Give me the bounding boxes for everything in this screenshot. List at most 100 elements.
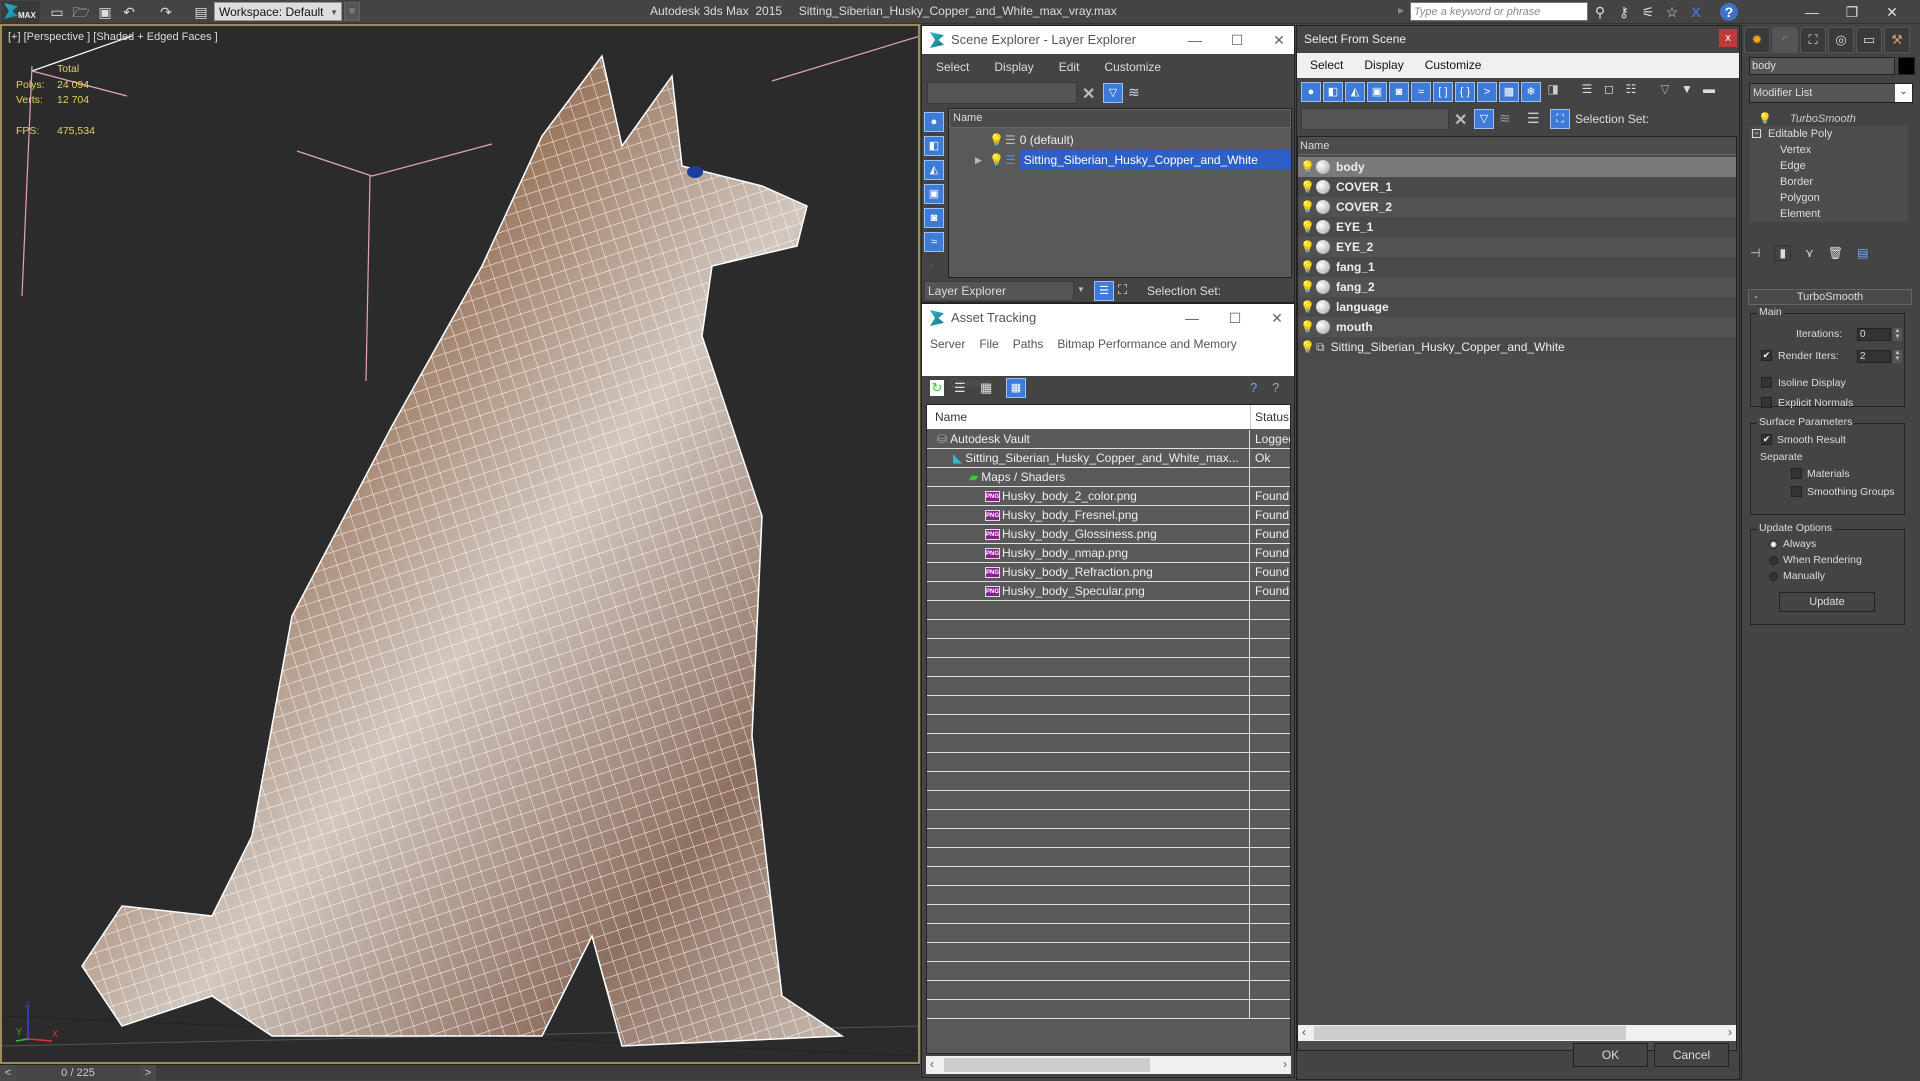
object-row[interactable]: 💡 COVER_2: [1298, 197, 1736, 217]
pin-stack-icon[interactable]: ⊣: [1750, 246, 1760, 260]
object-row[interactable]: 💡 fang_2: [1298, 277, 1736, 297]
minimize-button[interactable]: —: [1177, 304, 1207, 332]
scroll-right-icon[interactable]: ›: [1283, 1057, 1287, 1071]
app-menu-button[interactable]: MAX: [2, 1, 40, 23]
redo-icon[interactable]: ↷: [157, 3, 175, 21]
close-button[interactable]: ✕: [1872, 0, 1912, 24]
table-view-icon[interactable]: ▦: [1006, 378, 1026, 398]
scrollbar-thumb[interactable]: [1314, 1026, 1626, 1040]
find-input[interactable]: [927, 82, 1077, 104]
lights-filter-icon[interactable]: ◭: [1345, 82, 1365, 102]
display-tab[interactable]: ▭: [1856, 27, 1882, 53]
maximize-button[interactable]: ☐: [1220, 304, 1250, 332]
horizontal-scrollbar[interactable]: ‹ ›: [1298, 1025, 1736, 1041]
isoline-display-checkbox[interactable]: [1761, 377, 1772, 388]
time-slider[interactable]: < 0 / 225 >: [0, 1064, 920, 1081]
asset-row[interactable]: ◣ Sitting_Siberian_Husky_Copper_and_White…: [927, 449, 1290, 468]
close-button[interactable]: ✕: [1264, 26, 1294, 54]
update-when-rendering-radio[interactable]: [1769, 556, 1778, 565]
menu-customize[interactable]: Customize: [1412, 53, 1490, 78]
modify-tab[interactable]: ◜: [1772, 27, 1798, 53]
frozen-filter-icon[interactable]: ❄: [1521, 82, 1541, 102]
light-bulb-icon[interactable]: 💡: [1300, 280, 1315, 294]
subobject-border[interactable]: Border: [1750, 174, 1908, 190]
scrollbar-thumb[interactable]: [944, 1058, 1150, 1072]
menu-bitmap-performance[interactable]: Bitmap Performance and Memory: [1057, 334, 1236, 354]
containers-filter-icon[interactable]: ▩: [1499, 82, 1519, 102]
object-row[interactable]: 💡 mouth: [1298, 317, 1736, 337]
list-view-icon[interactable]: ☰: [954, 380, 966, 396]
light-bulb-icon[interactable]: 💡: [1300, 180, 1315, 194]
utilities-tab[interactable]: ⚒: [1884, 27, 1910, 53]
close-button[interactable]: x: [1719, 29, 1737, 47]
quick-access-menu-button[interactable]: ≡: [344, 2, 360, 21]
helpers-filter-icon[interactable]: ◙: [924, 208, 944, 228]
geometry-filter-icon[interactable]: ●: [924, 112, 944, 132]
explicit-normals-checkbox[interactable]: [1761, 397, 1772, 408]
expand-arrow-icon[interactable]: ▶: [975, 155, 989, 166]
object-name-input[interactable]: body: [1749, 57, 1895, 75]
spinner-arrows-icon[interactable]: ▲ ▼: [1893, 350, 1902, 363]
stack-item-turbosmooth[interactable]: 💡 TurboSmooth: [1750, 111, 1908, 127]
hierarchy-tab[interactable]: ⛶: [1800, 27, 1826, 53]
menu-select[interactable]: Select: [922, 56, 980, 78]
refresh-icon[interactable]: ↻: [930, 380, 944, 396]
create-tab[interactable]: ✹: [1744, 27, 1770, 53]
asset-row[interactable]: ⛁Autodesk Vault Logged: [927, 430, 1290, 449]
display-none-icon[interactable]: ◻: [1599, 82, 1619, 102]
shapes-filter-icon[interactable]: ◧: [1323, 82, 1343, 102]
update-always-radio[interactable]: [1769, 540, 1778, 549]
column-header-name[interactable]: Name: [949, 109, 1291, 128]
column-header-name[interactable]: Name: [1298, 137, 1736, 155]
render-iters-spinner[interactable]: 2: [1857, 350, 1891, 363]
minimize-button[interactable]: —: [1180, 26, 1210, 54]
light-bulb-icon[interactable]: 💡: [1300, 260, 1315, 274]
menu-customize[interactable]: Customize: [1090, 56, 1172, 78]
materials-checkbox[interactable]: [1791, 468, 1802, 479]
x-exchange-icon[interactable]: X: [1686, 2, 1706, 22]
layer-row[interactable]: 💡 ☰ 0 (default): [949, 130, 1291, 150]
light-bulb-icon[interactable]: 💡: [1300, 340, 1315, 354]
subobject-element[interactable]: Element: [1750, 206, 1908, 222]
modifier-list-dropdown[interactable]: Modifier List ⌄: [1749, 83, 1913, 103]
light-bulb-icon[interactable]: 💡: [989, 153, 1004, 167]
column-header-name[interactable]: Name: [935, 405, 967, 429]
object-row[interactable]: 💡 EYE_2: [1298, 237, 1736, 257]
geometry-filter-icon[interactable]: ●: [1301, 82, 1321, 102]
viewport-label-menu[interactable]: [+] [Perspective ] [Shaded + Edged Faces…: [8, 31, 218, 43]
asset-row[interactable]: PNG Husky_body_Specular.png Found: [927, 582, 1290, 601]
menu-display[interactable]: Display: [980, 56, 1044, 78]
explorer-type-dropdown[interactable]: Layer Explorer: [924, 281, 1074, 301]
asset-tracking-titlebar[interactable]: Asset Tracking — ☐ ✕: [922, 304, 1294, 332]
filter-options-icon[interactable]: ▼: [1677, 82, 1697, 102]
layer-mode-icon[interactable]: ☰: [1527, 110, 1540, 127]
minimize-button[interactable]: —: [1792, 0, 1832, 24]
time-prev-button[interactable]: <: [0, 1065, 16, 1081]
collapse-icon[interactable]: -: [1754, 290, 1758, 304]
light-bulb-icon[interactable]: 💡: [1300, 160, 1315, 174]
undo-icon[interactable]: ↶: [120, 3, 138, 21]
helpers-filter-icon[interactable]: ◙: [1389, 82, 1409, 102]
time-slider-thumb[interactable]: 0 / 225: [16, 1065, 140, 1081]
show-end-result-icon[interactable]: ▮: [1774, 245, 1792, 261]
object-color-swatch[interactable]: [1898, 57, 1915, 75]
smoothing-groups-checkbox[interactable]: [1791, 486, 1802, 497]
display-all-icon[interactable]: ☰: [1577, 82, 1597, 102]
search-expand-icon[interactable]: ▶: [1398, 6, 1404, 15]
invert-display-icon[interactable]: ☷: [1621, 82, 1641, 102]
scroll-left-icon[interactable]: ‹: [930, 1057, 934, 1071]
perspective-viewport[interactable]: [+] [Perspective ] [Shaded + Edged Faces…: [0, 24, 920, 1064]
object-row[interactable]: 💡 COVER_1: [1298, 177, 1736, 197]
object-row[interactable]: 💡 ⧉ Sitting_Siberian_Husky_Copper_and_Whit…: [1298, 337, 1736, 357]
configure-modifier-sets-icon[interactable]: ▤: [1857, 246, 1868, 260]
spinner-arrows-icon[interactable]: ▲ ▼: [1893, 328, 1902, 341]
workspace-dropdown[interactable]: Workspace: Default ▼: [214, 2, 342, 21]
clear-find-icon[interactable]: ✕: [1082, 84, 1095, 104]
smooth-result-checkbox[interactable]: ✔: [1761, 434, 1772, 445]
cameras-filter-icon[interactable]: ▣: [924, 184, 944, 204]
light-bulb-icon[interactable]: 💡: [1300, 240, 1315, 254]
menu-select[interactable]: Select: [1297, 53, 1351, 78]
maximize-button[interactable]: ☐: [1222, 26, 1252, 54]
satellite-icon[interactable]: ⚟: [1638, 2, 1658, 22]
help-icon[interactable]: ?: [1250, 380, 1257, 395]
